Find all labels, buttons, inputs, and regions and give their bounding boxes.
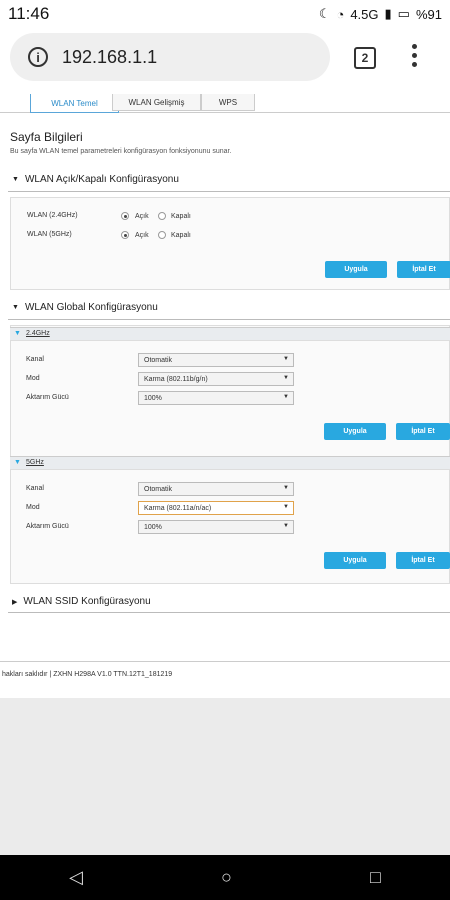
section-global-header[interactable]: ▼ WLAN Global Konfigürasyonu	[12, 302, 158, 313]
band5-mode-select[interactable]: Karma (802.11a/n/ac) ▼	[138, 501, 294, 515]
band5-cancel-button[interactable]: İptal Et	[396, 552, 450, 569]
dropdown-arrow-icon: ▼	[283, 523, 289, 529]
tab-bar: WLAN Temel WLAN Gelişmiş WPS	[0, 94, 450, 113]
section-onoff-header[interactable]: ▼ WLAN Açık/Kapalı Konfigürasyonu	[12, 174, 179, 185]
band24-channel-label: Kanal	[26, 356, 44, 363]
page-title: Sayfa Bilgileri	[10, 130, 83, 144]
band24-subheader[interactable]: ▼ 2.4GHz	[10, 327, 450, 341]
page-description: Bu sayfa WLAN temel parametreleri konfig…	[10, 148, 232, 155]
tab-switcher-button[interactable]: 2	[354, 47, 376, 69]
network-type: 4.5G	[350, 6, 379, 22]
expand-triangle-icon: ▶	[12, 598, 18, 606]
band5-channel-label: Kanal	[26, 485, 44, 492]
wlan24-off-radio[interactable]	[158, 212, 166, 220]
section-ssid-header[interactable]: ▶ WLAN SSID Konfigürasyonu	[12, 596, 151, 607]
band24-mode-label: Mod	[26, 375, 40, 382]
browser-toolbar: i 192.168.1.1 2	[0, 28, 450, 94]
wlan24-label: WLAN (2.4GHz)	[27, 212, 78, 219]
band24-cancel-button[interactable]: İptal Et	[396, 423, 450, 440]
divider	[8, 191, 450, 192]
wlan24-on-radio[interactable]	[121, 212, 129, 220]
android-nav-bar: ◁ ○ □	[0, 855, 450, 900]
dropdown-arrow-icon: ▼	[283, 356, 289, 362]
tab-wps[interactable]: WPS	[201, 94, 255, 111]
expand-triangle-icon: ▼	[14, 459, 21, 466]
wlan5-on-label: Açık	[135, 232, 149, 239]
band24-apply-button[interactable]: Uygula	[324, 423, 386, 440]
signal-icon: ▮	[384, 6, 392, 21]
onoff-apply-button[interactable]: Uygula	[325, 261, 387, 278]
more-menu-icon[interactable]	[412, 44, 418, 71]
band5-power-select[interactable]: 100% ▼	[138, 520, 294, 534]
url-text[interactable]: 192.168.1.1	[62, 47, 157, 68]
back-icon[interactable]: ◁	[69, 867, 83, 888]
battery-level: %91	[415, 6, 442, 22]
moon-icon: ☾	[318, 6, 331, 21]
band24-channel-value: Otomatik	[144, 356, 173, 364]
band5-subheader[interactable]: ▼ 5GHz	[10, 456, 450, 470]
wlan5-off-label: Kapalı	[171, 232, 191, 239]
wifi-icon: ◔	[336, 6, 345, 22]
band5-power-label: Aktarım Gücü	[26, 523, 69, 530]
band24-power-value: 100%	[144, 394, 162, 402]
onoff-panel: WLAN (2.4GHz) Açık Kapalı WLAN (5GHz) Aç…	[10, 197, 450, 290]
band24-mode-select[interactable]: Karma (802.11b/g/n) ▼	[138, 372, 294, 386]
band24-power-label: Aktarım Gücü	[26, 394, 69, 401]
divider	[8, 319, 450, 320]
status-icons: ☾ ◔ 4.5G ▮ ▭ %91	[319, 6, 442, 22]
recents-icon[interactable]: □	[370, 867, 381, 888]
router-page: WLAN Temel WLAN Gelişmiş WPS Sayfa Bilgi…	[0, 94, 450, 698]
dropdown-arrow-icon: ▼	[283, 485, 289, 491]
info-icon[interactable]: i	[28, 47, 48, 67]
dropdown-arrow-icon: ▼	[283, 504, 289, 510]
dropdown-arrow-icon: ▼	[283, 394, 289, 400]
band24-channel-select[interactable]: Otomatik ▼	[138, 353, 294, 367]
onoff-cancel-button[interactable]: İptal Et	[397, 261, 450, 278]
status-time: 11:46	[8, 4, 50, 23]
page-footer: hakları saklıdır | ZXHN H298A V1.0 TTN.1…	[0, 661, 450, 686]
band5-mode-label: Mod	[26, 504, 40, 511]
section-global-title: WLAN Global Konfigürasyonu	[24, 302, 158, 313]
collapse-triangle-icon: ▼	[12, 304, 19, 311]
wlan5-off-radio[interactable]	[158, 231, 166, 239]
address-bar[interactable]: i 192.168.1.1	[10, 33, 330, 81]
band5-mode-value: Karma (802.11a/n/ac)	[144, 504, 212, 512]
band5-title: 5GHz	[26, 459, 44, 466]
wlan24-off-label: Kapalı	[171, 213, 191, 220]
section-onoff-title: WLAN Açık/Kapalı Konfigürasyonu	[24, 174, 179, 185]
divider	[8, 612, 450, 613]
collapse-triangle-icon: ▼	[12, 176, 19, 183]
wlan5-on-radio[interactable]	[121, 231, 129, 239]
band24-mode-value: Karma (802.11b/g/n)	[144, 375, 208, 383]
band5-power-value: 100%	[144, 523, 162, 531]
tab-wlan-gelismis[interactable]: WLAN Gelişmiş	[112, 94, 201, 111]
tab-wlan-temel[interactable]: WLAN Temel	[30, 94, 119, 113]
battery-icon: ▭	[397, 6, 410, 21]
dropdown-arrow-icon: ▼	[283, 375, 289, 381]
expand-triangle-icon: ▼	[14, 330, 21, 337]
band5-channel-value: Otomatik	[144, 485, 173, 493]
wlan5-label: WLAN (5GHz)	[27, 231, 72, 238]
band24-title: 2.4GHz	[26, 330, 50, 337]
band24-power-select[interactable]: 100% ▼	[138, 391, 294, 405]
section-ssid-title: WLAN SSID Konfigürasyonu	[23, 596, 151, 607]
band5-channel-select[interactable]: Otomatik ▼	[138, 482, 294, 496]
home-icon[interactable]: ○	[221, 867, 232, 888]
wlan24-on-label: Açık	[135, 213, 149, 220]
band5-apply-button[interactable]: Uygula	[324, 552, 386, 569]
status-bar: 11:46 ☾ ◔ 4.5G ▮ ▭ %91	[0, 0, 450, 28]
